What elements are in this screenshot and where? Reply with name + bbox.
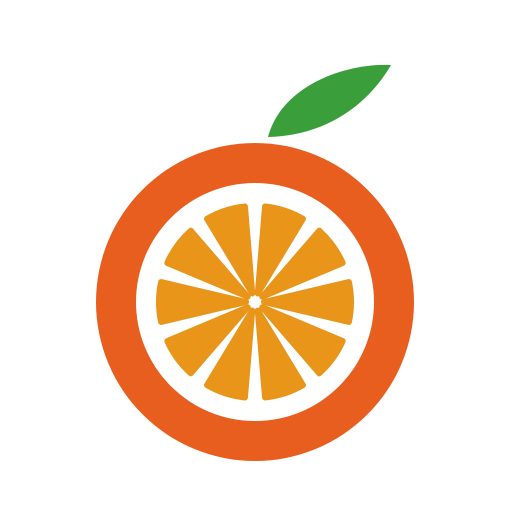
icon-canvas [0,0,512,512]
leaf-icon [268,64,391,137]
orange-slice-icon [96,64,414,461]
